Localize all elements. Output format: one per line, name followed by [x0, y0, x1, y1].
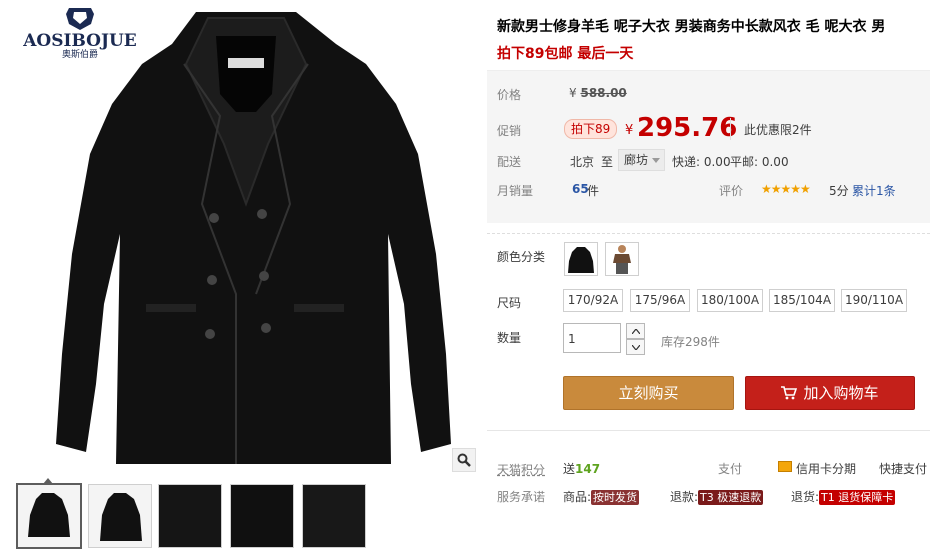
mail-fee: 平邮: 0.00	[730, 155, 789, 169]
thumbnail-2[interactable]	[88, 484, 152, 548]
chevron-down-icon	[631, 344, 640, 350]
credit-installment-link[interactable]: 信用卡分期	[796, 460, 856, 477]
original-price-label: 价格	[497, 88, 522, 102]
shipping-to-word: 至	[601, 155, 614, 169]
chevron-up-icon	[631, 328, 640, 334]
stock-count: 库存298件	[661, 335, 720, 349]
service-return: 退货: T1 退货保障卡	[791, 490, 896, 505]
fast-pay-link[interactable]: 快捷支付	[879, 460, 927, 477]
promo-label: 促销	[497, 124, 522, 138]
thumbnail-5[interactable]	[302, 484, 366, 548]
quantity-decrease-button[interactable]	[626, 339, 645, 355]
color-option-black[interactable]	[564, 242, 598, 276]
rating-label: 评价	[719, 184, 744, 198]
size-option-3[interactable]: 180/100A	[697, 289, 763, 312]
options-divider	[487, 233, 930, 234]
brand-name: AOSIBOJUE	[23, 31, 137, 51]
thumbnail-4[interactable]	[230, 484, 294, 548]
shipping-label: 配送	[497, 155, 522, 169]
thumbnail-1[interactable]	[16, 483, 82, 549]
rating-score: 5分	[829, 184, 849, 198]
size-option-5[interactable]: 190/110A	[841, 289, 907, 312]
size-option-4[interactable]: 185/104A	[769, 289, 835, 312]
current-price: 295.76	[637, 113, 738, 143]
main-product-image[interactable]	[6, 4, 478, 472]
size-option-2[interactable]: 175/96A	[630, 289, 690, 312]
quantity-increase-button[interactable]	[626, 323, 645, 339]
buy-now-button[interactable]: 立刻购买	[563, 376, 734, 410]
add-to-cart-button[interactable]: 加入购物车	[745, 376, 915, 410]
size-option-1[interactable]: 170/92A	[563, 289, 623, 312]
monthly-sales-label: 月销量	[497, 184, 534, 198]
quantity-label: 数量	[497, 331, 522, 345]
promo-tag: 拍下89	[564, 119, 618, 139]
thumbnail-3[interactable]	[158, 484, 222, 548]
review-count-link[interactable]: 累计1条	[852, 182, 896, 199]
on-time-ship-badge[interactable]: 按时发货	[591, 490, 640, 505]
section-divider	[487, 430, 930, 431]
coat-illustration	[56, 12, 451, 464]
credit-card-icon	[778, 461, 792, 472]
size-label: 尺码	[497, 296, 522, 310]
brand-subtitle: 奥斯伯爵	[61, 50, 98, 60]
rating-stars: ★★★★★	[761, 182, 811, 196]
zoom-button[interactable]	[452, 448, 476, 472]
currency-symbol: ¥	[625, 123, 634, 138]
points-value: 送147	[563, 462, 601, 476]
color-option-brown[interactable]	[605, 242, 639, 276]
chevron-down-icon	[652, 158, 661, 163]
quantity-input[interactable]: 1	[563, 323, 621, 353]
service-refund: 退款: T3 极速退款	[670, 490, 764, 505]
thumbnail-strip	[6, 478, 478, 549]
crest-icon	[66, 8, 94, 30]
service-label: 服务承诺	[497, 490, 546, 504]
points-label[interactable]: 天猫积分	[497, 461, 545, 478]
cart-icon	[781, 386, 798, 400]
price-panel: 价格 ¥ 588.00 促销 拍下89 ¥ 295.76 此优惠限2件 配送 北…	[487, 70, 930, 223]
product-title: 新款男士修身羊毛 呢子大衣 男装商务中长款风衣 毛 呢大衣 男	[497, 19, 886, 35]
product-detail: 新款男士修身羊毛 呢子大衣 男装商务中长款风衣 毛 呢大衣 男 拍下89包邮 最…	[480, 0, 930, 556]
express-fee: 快递: 0.00	[672, 155, 731, 169]
shipping-from: 北京	[570, 155, 595, 169]
pay-label: 支付	[718, 462, 743, 476]
service-goods: 商品: 按时发货	[563, 490, 640, 505]
brand-logo: AOSIBOJUE 奥斯伯爵	[10, 6, 150, 66]
limit-text: 此优惠限2件	[744, 123, 812, 137]
promo-subtitle: 拍下89包邮 最后一天	[497, 46, 634, 62]
destination-select[interactable]: 廊坊	[618, 149, 666, 171]
return-guarantee-badge[interactable]: T1 退货保障卡	[819, 490, 896, 505]
magnifier-icon	[457, 453, 471, 467]
sales-unit: 件	[587, 184, 600, 198]
divider	[730, 118, 731, 140]
fast-refund-badge[interactable]: T3 极速退款	[698, 490, 764, 505]
original-price: ¥ 588.00	[569, 86, 627, 100]
product-gallery: AOSIBOJUE 奥斯伯爵	[0, 0, 480, 556]
color-label: 颜色分类	[497, 250, 546, 264]
